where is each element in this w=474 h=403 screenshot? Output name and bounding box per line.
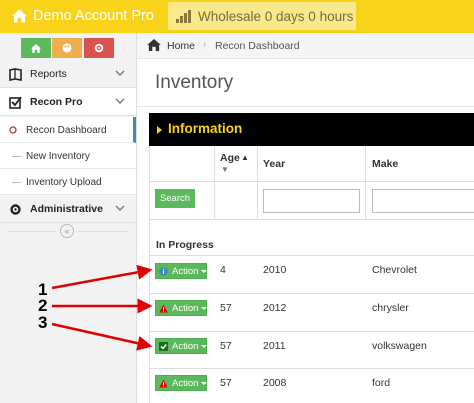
annotation-arrows (51, 264, 153, 351)
annotation-arrow-3 (51, 322, 153, 351)
annotation-arrow-1 (51, 264, 153, 290)
